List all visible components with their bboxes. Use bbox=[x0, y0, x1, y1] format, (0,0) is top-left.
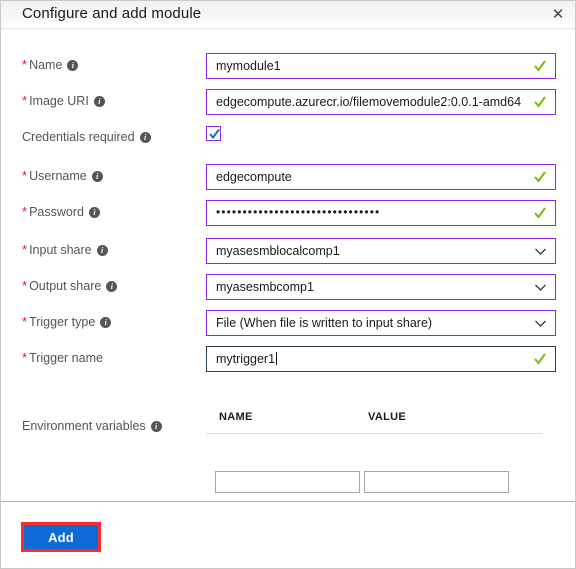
configure-add-module-dialog: Configure and add module ✕ * Name i mymodu… bbox=[0, 0, 576, 569]
form-row-image-uri: * Image URI i edgecompute.azurecr.io/filem… bbox=[1, 87, 575, 117]
env-name-input[interactable] bbox=[215, 471, 360, 493]
required-marker: * bbox=[22, 278, 28, 293]
required-marker: * bbox=[22, 204, 28, 219]
valid-check-icon bbox=[533, 204, 547, 222]
footer-divider bbox=[1, 501, 575, 502]
form-row-name: * Name i mymodule1 bbox=[1, 51, 575, 81]
label-trigger-type: * Trigger type i bbox=[22, 314, 112, 329]
label-credentials-required: Credentials required i bbox=[22, 130, 151, 144]
chevron-down-icon[interactable] bbox=[534, 281, 547, 294]
input-share-select-value: myasesmblocalcomp1 bbox=[216, 244, 340, 258]
label-trigger-name: * Trigger name bbox=[22, 350, 103, 365]
required-marker: * bbox=[22, 93, 28, 108]
page-title: Configure and add module bbox=[22, 5, 202, 22]
table-row bbox=[206, 433, 556, 502]
input-share-select[interactable]: myasesmblocalcomp1 bbox=[206, 238, 556, 264]
valid-check-icon bbox=[533, 350, 547, 368]
label-output-share: * Output share i bbox=[22, 278, 118, 293]
required-marker: * bbox=[22, 242, 28, 257]
info-icon[interactable]: i bbox=[106, 281, 118, 292]
chevron-down-icon[interactable] bbox=[534, 317, 547, 330]
label-password: * Password i bbox=[22, 204, 100, 219]
add-button-highlight: Add bbox=[21, 522, 101, 552]
text-caret bbox=[276, 352, 278, 365]
form-row-input-share: * Input share i myasesmblocalcomp1 bbox=[1, 236, 575, 266]
required-marker: * bbox=[22, 314, 28, 329]
form-row-trigger-type: * Trigger type i File (When file is writte… bbox=[1, 308, 575, 338]
info-icon[interactable]: i bbox=[91, 171, 103, 182]
chevron-down-icon[interactable] bbox=[534, 245, 547, 258]
password-input[interactable]: ••••••••••••••••••••••••••••••• bbox=[206, 200, 556, 226]
name-input[interactable]: mymodule1 bbox=[206, 53, 556, 79]
label-username: * Username i bbox=[22, 168, 103, 183]
output-share-select[interactable]: myasesmbcomp1 bbox=[206, 274, 556, 300]
form-row-username: * Username i edgecompute bbox=[1, 162, 575, 192]
environment-variables-table: NAME VALUE bbox=[206, 403, 556, 502]
close-icon[interactable]: ✕ bbox=[547, 4, 569, 26]
checkmark-icon bbox=[209, 128, 220, 140]
credentials-required-checkbox[interactable] bbox=[206, 126, 221, 141]
label-environment-variables: Environment variables i bbox=[22, 419, 162, 433]
image-uri-input-value: edgecompute.azurecr.io/filemovemodule2:0… bbox=[216, 95, 522, 109]
trigger-name-input[interactable]: mytrigger1 bbox=[206, 346, 556, 372]
name-input-value: mymodule1 bbox=[216, 59, 281, 73]
label-name: * Name i bbox=[22, 57, 79, 72]
image-uri-input[interactable]: edgecompute.azurecr.io/filemovemodule2:0… bbox=[206, 89, 556, 115]
info-icon[interactable]: i bbox=[88, 207, 100, 218]
form-row-credentials-required: Credentials required i bbox=[1, 124, 575, 154]
env-value-input[interactable] bbox=[364, 471, 509, 493]
dialog-header: Configure and add module ✕ bbox=[1, 1, 575, 29]
valid-check-icon bbox=[533, 57, 547, 75]
info-icon[interactable]: i bbox=[96, 245, 108, 256]
add-button[interactable]: Add bbox=[24, 525, 98, 549]
info-icon[interactable]: i bbox=[139, 132, 151, 143]
username-input-value: edgecompute bbox=[216, 170, 292, 184]
trigger-type-select-value: File (When file is written to input shar… bbox=[216, 316, 433, 330]
valid-check-icon bbox=[533, 168, 547, 186]
trigger-name-input-value: mytrigger1 bbox=[216, 352, 278, 366]
info-icon[interactable]: i bbox=[67, 60, 79, 71]
label-input-share: * Input share i bbox=[22, 242, 108, 257]
label-image-uri: * Image URI i bbox=[22, 93, 105, 108]
form-row-password: * Password i •••••••••••••••••••••••••••••… bbox=[1, 198, 575, 228]
column-header-value: VALUE bbox=[368, 411, 406, 423]
form-row-trigger-name: * Trigger name mytrigger1 bbox=[1, 344, 575, 374]
info-icon[interactable]: i bbox=[150, 421, 162, 432]
required-marker: * bbox=[22, 57, 28, 72]
info-icon[interactable]: i bbox=[93, 96, 105, 107]
column-header-name: NAME bbox=[219, 411, 253, 423]
trigger-type-select[interactable]: File (When file is written to input shar… bbox=[206, 310, 556, 336]
username-input[interactable]: edgecompute bbox=[206, 164, 556, 190]
output-share-select-value: myasesmbcomp1 bbox=[216, 280, 314, 294]
valid-check-icon bbox=[533, 93, 547, 111]
table-header-row: NAME VALUE bbox=[206, 403, 556, 433]
required-marker: * bbox=[22, 168, 28, 183]
info-icon[interactable]: i bbox=[100, 317, 112, 328]
required-marker: * bbox=[22, 350, 28, 365]
form-row-output-share: * Output share i myasesmbcomp1 bbox=[1, 272, 575, 302]
password-input-value: ••••••••••••••••••••••••••••••• bbox=[216, 205, 381, 219]
